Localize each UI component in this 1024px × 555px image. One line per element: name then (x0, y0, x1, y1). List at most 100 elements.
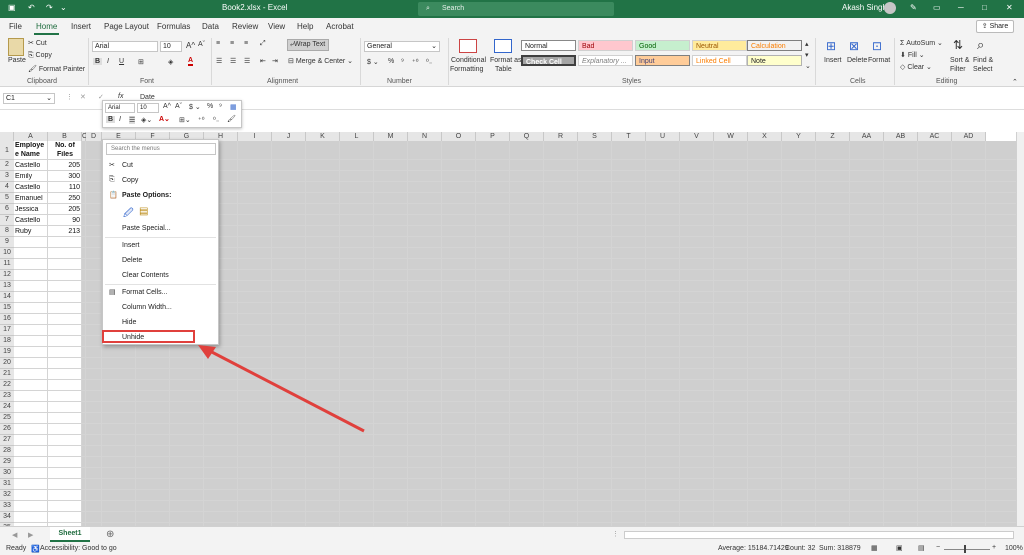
minimize-icon[interactable]: ─ (958, 3, 964, 12)
tab-view[interactable]: View (268, 22, 285, 31)
horizontal-scrollbar[interactable] (624, 531, 1014, 539)
row-header[interactable]: 2 (0, 160, 14, 171)
row-header[interactable]: 12 (0, 269, 14, 281)
quick-access-dropdown-icon[interactable]: ⌄ (60, 3, 67, 12)
row-header[interactable]: 28 (0, 445, 14, 457)
wrap-text-button[interactable]: ⤶Wrap Text (287, 39, 329, 51)
menu-item-cut[interactable]: Cut (122, 162, 133, 169)
column-header[interactable]: L (340, 132, 374, 141)
menu-item-clear-contents[interactable]: Clear Contents (122, 272, 169, 279)
paste-values-icon[interactable]: ▤ (139, 206, 148, 217)
align-center-icon[interactable]: ☰ (230, 57, 236, 65)
column-header[interactable]: Q (510, 132, 544, 141)
increase-indent-icon[interactable]: ⇥ (272, 57, 278, 65)
search-box[interactable]: ⌕ Search (418, 2, 614, 16)
format-cells-icon[interactable]: ⊡ (872, 39, 882, 53)
style-calculation[interactable]: Calculation (747, 40, 802, 51)
cancel-icon[interactable]: ✕ (80, 93, 86, 101)
row-header[interactable]: 30 (0, 467, 14, 479)
column-header[interactable]: P (476, 132, 510, 141)
autosave-icon[interactable]: ▣ (8, 3, 16, 12)
column-header[interactable]: D (86, 132, 102, 141)
mini-fill-color-icon[interactable]: ◈⌄ (141, 116, 152, 124)
menu-item-hide[interactable]: Hide (122, 319, 136, 326)
paste-icon[interactable] (8, 38, 24, 56)
page-layout-view-icon[interactable]: ▣ (896, 544, 903, 552)
cell[interactable]: Emanuel (15, 195, 47, 202)
menu-search-input[interactable]: Search the menus (106, 143, 216, 155)
menu-item-format-cells[interactable]: Format Cells... (122, 289, 168, 296)
column-header[interactable]: AB (884, 132, 918, 141)
add-sheet-icon[interactable]: ⊕ (106, 529, 114, 540)
avatar[interactable] (884, 2, 896, 14)
style-bad[interactable]: Bad (578, 40, 633, 51)
mini-borders-icon[interactable]: ⊞⌄ (179, 116, 191, 124)
orientation-icon[interactable]: ⤢ (260, 40, 266, 48)
percent-icon[interactable]: % (388, 58, 394, 65)
row-header[interactable]: 23 (0, 390, 14, 402)
menu-item-copy[interactable]: Copy (122, 177, 138, 184)
style-check-cell[interactable]: Check Cell (521, 55, 576, 66)
row-header[interactable]: 21 (0, 368, 14, 380)
cell[interactable]: Castello (15, 184, 47, 191)
mini-format-table-icon[interactable]: ▦ (230, 103, 237, 111)
undo-icon[interactable]: ↶ (28, 3, 35, 12)
row-header[interactable]: 26 (0, 423, 14, 435)
column-header[interactable]: R (544, 132, 578, 141)
format-as-table-label-2[interactable]: Table (495, 66, 512, 73)
insert-cells-icon[interactable]: ⊞ (826, 39, 836, 53)
mini-size-select[interactable]: 10 (137, 103, 159, 113)
delete-cells-button[interactable]: Delete (847, 57, 867, 64)
cell[interactable]: 205 (48, 162, 80, 169)
row-header[interactable]: 9 (0, 236, 14, 248)
tab-data[interactable]: Data (202, 22, 219, 31)
row-header[interactable]: 20 (0, 357, 14, 369)
style-normal[interactable]: Normal (521, 40, 576, 51)
shrink-font-icon[interactable]: Aˇ (198, 41, 205, 48)
paste-button[interactable]: Paste (8, 57, 26, 64)
mini-font-select[interactable]: Arial (105, 103, 135, 113)
tab-review[interactable]: Review (232, 22, 258, 31)
cell[interactable]: Ruby (15, 228, 47, 235)
cut-button[interactable]: ✂ Cut (28, 39, 47, 47)
mini-format-painter-icon[interactable]: 🖌 (227, 115, 236, 123)
status-count[interactable]: Count: 32 (785, 545, 815, 552)
row-header[interactable]: 6 (0, 203, 14, 215)
row-header[interactable]: 31 (0, 478, 14, 490)
redo-icon[interactable]: ↷ (46, 3, 53, 12)
cell[interactable]: 90 (48, 217, 80, 224)
row-header[interactable]: 25 (0, 412, 14, 424)
format-cells-button[interactable]: Format (868, 57, 890, 64)
sort-filter-icon[interactable]: ⇅ (953, 38, 963, 52)
zoom-out-icon[interactable]: − (936, 544, 940, 551)
select-all-corner[interactable] (0, 132, 14, 141)
font-size-select[interactable]: 10 (160, 41, 182, 52)
row-header[interactable]: 7 (0, 214, 14, 226)
status-sum[interactable]: Sum: 318879 (819, 545, 861, 552)
style-input[interactable]: Input (635, 55, 690, 66)
menu-item-paste-special[interactable]: Paste Special... (122, 225, 171, 232)
conditional-formatting-label-2[interactable]: Formatting (450, 66, 483, 73)
menu-item-insert[interactable]: Insert (122, 242, 140, 249)
format-painter-button[interactable]: 🖌 Format Painter (28, 65, 85, 73)
font-name-select[interactable]: Arial (92, 41, 158, 52)
row-header[interactable]: 16 (0, 313, 14, 325)
column-header[interactable]: X (748, 132, 782, 141)
align-right-icon[interactable]: ☰ (244, 57, 250, 65)
sort-filter-label[interactable]: Sort & (950, 57, 969, 64)
row-header[interactable]: 3 (0, 170, 14, 182)
mini-decrease-decimal-icon[interactable]: ⁰₋ (213, 116, 220, 124)
mini-align-center-icon[interactable]: ☰ (129, 116, 136, 124)
decrease-indent-icon[interactable]: ⇤ (260, 57, 266, 65)
mini-increase-decimal-icon[interactable]: ⁺⁰ (198, 116, 205, 124)
merge-center-button[interactable]: ⊟ Merge & Center ⌄ (288, 57, 353, 65)
column-header[interactable]: AC (918, 132, 952, 141)
find-select-icon[interactable]: ⌕ (977, 37, 984, 53)
ribbon-display-icon[interactable]: ▭ (933, 3, 941, 12)
cell[interactable]: e Name (15, 151, 47, 158)
borders-icon[interactable]: ⊞ (138, 58, 144, 66)
row-header[interactable]: 14 (0, 291, 14, 303)
cell[interactable]: No. of (49, 142, 81, 149)
align-middle-icon[interactable]: ≡ (230, 40, 234, 47)
cell[interactable]: Jessica (15, 206, 47, 213)
